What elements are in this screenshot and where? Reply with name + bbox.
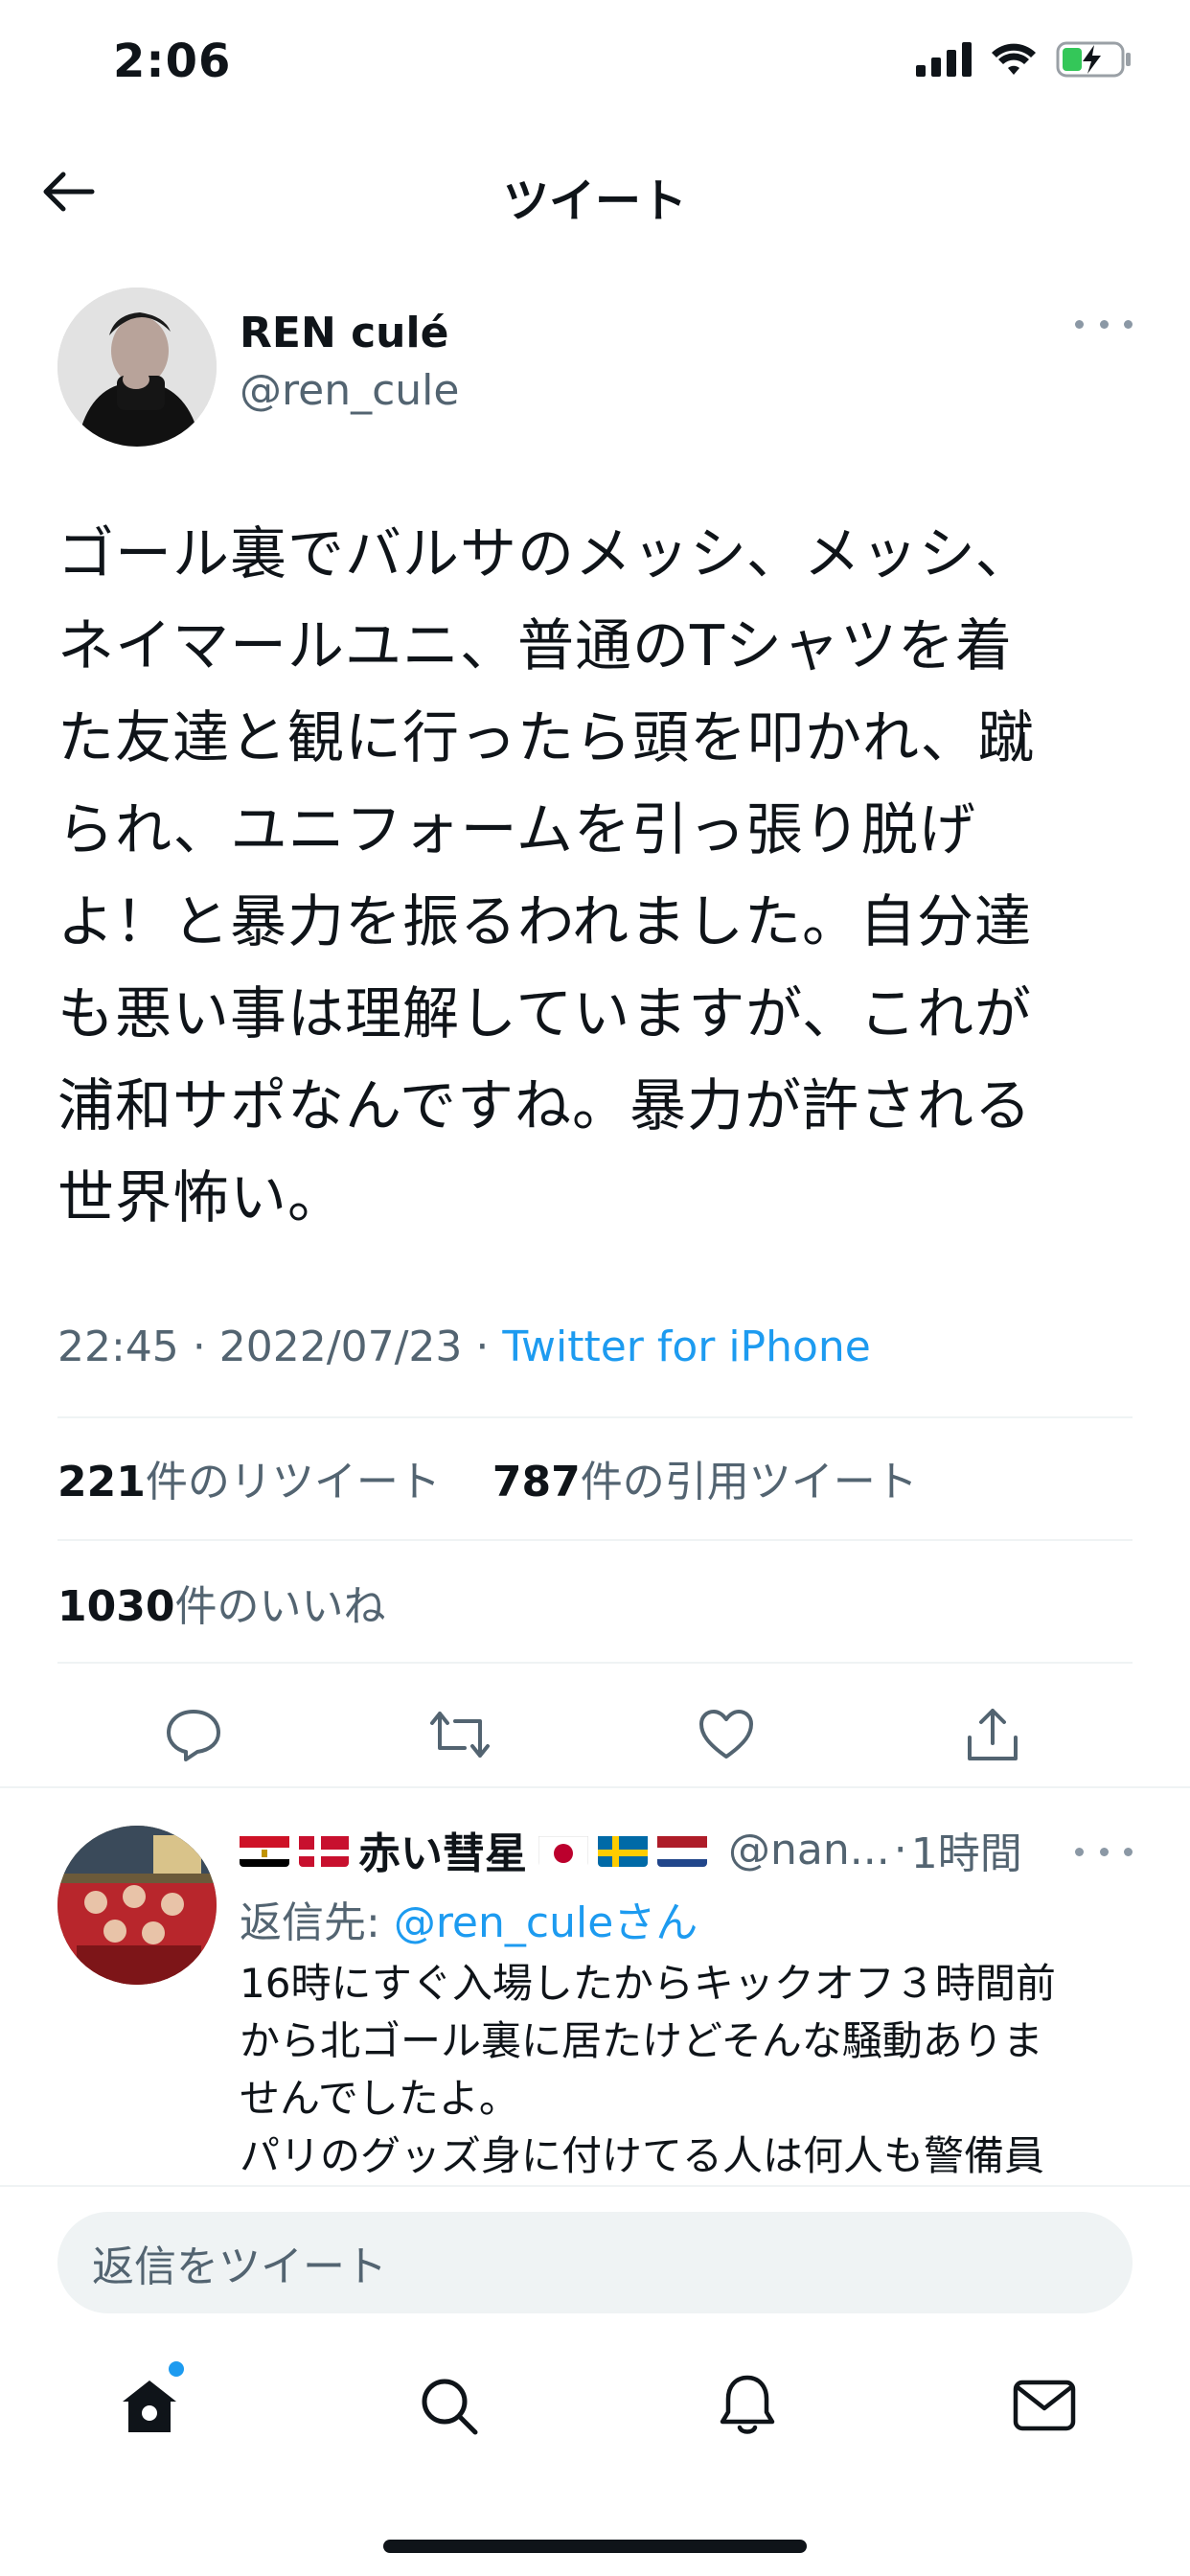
nav-header: ツイート xyxy=(0,134,1190,249)
more-dot-icon xyxy=(1099,1847,1109,1856)
avatar-image xyxy=(57,288,217,447)
tweet-text-line: られ、ユニフォームを引っ張り脱げ xyxy=(57,796,976,862)
reply-time[interactable]: 1時間 xyxy=(911,1819,1022,1880)
more-options-button[interactable] xyxy=(1075,314,1133,334)
search-icon xyxy=(422,2379,478,2435)
status-icons xyxy=(916,40,1133,79)
divider xyxy=(57,1539,1133,1541)
bottom-area: 返信をツイート xyxy=(0,2185,1190,2576)
status-time: 2:06 xyxy=(113,34,232,88)
author-name[interactable]: REN culé xyxy=(240,309,448,357)
more-dot-icon xyxy=(1075,1847,1084,1856)
retweets-label: 件のリツイート xyxy=(145,1458,441,1506)
more-dot-icon xyxy=(1075,319,1084,329)
bell-icon xyxy=(720,2375,775,2434)
flag-sweden-icon xyxy=(598,1832,648,1867)
tweet-time[interactable]: 22:45 xyxy=(57,1322,179,1371)
more-dot-icon xyxy=(1124,319,1133,329)
battery-charging-icon xyxy=(1056,41,1131,78)
replying-to: 返信先: @ren_culeさん xyxy=(240,1888,698,1949)
tweet-text-line: も悪い事は理解していますが、これが xyxy=(57,980,1033,1046)
divider xyxy=(57,1662,1133,1664)
tab-messages[interactable] xyxy=(996,2358,1092,2453)
tweet-author: REN culé @ren_cule xyxy=(57,288,1133,450)
retweet-icon xyxy=(430,1712,490,1758)
tweet-text-line: ネイマールユニ、普通のTシャツを着 xyxy=(57,612,1014,678)
tweet-text-line: 世界怖い。 xyxy=(57,1164,346,1230)
reply-text-line: パリのグッズ身に付けてる人は何人も警備員 xyxy=(240,2132,1045,2179)
retweets-stat[interactable]: 221件のリツイート xyxy=(57,1458,441,1506)
meta-separator: · xyxy=(192,1322,219,1371)
share-icon xyxy=(968,1709,1018,1760)
reply-header: 赤い彗星 @nan... · 1時間 xyxy=(240,1819,1022,1880)
meta-separator: · xyxy=(893,1825,907,1874)
wifi-icon xyxy=(992,43,1036,75)
retweets-count: 221 xyxy=(57,1458,146,1506)
quotes-label: 件の引用ツイート xyxy=(580,1458,918,1506)
reply-compose-input[interactable]: 返信をツイート xyxy=(57,2212,1133,2313)
quotes-stat[interactable]: 787件の引用ツイート xyxy=(492,1458,918,1506)
reply-avatar-image xyxy=(57,1826,217,1985)
engagement-stats: 221件のリツイート 787件の引用ツイート xyxy=(57,1447,918,1508)
reply-text-line: せんでしたよ。 xyxy=(240,2075,519,2122)
flag-netherlands-icon xyxy=(657,1832,707,1867)
replying-to-suffix: さん xyxy=(613,1898,698,1947)
cellular-signal-icon xyxy=(916,42,972,77)
flag-denmark-icon xyxy=(299,1832,349,1867)
tweet-text-line: た友達と観に行ったら頭を叩かれ、蹴 xyxy=(57,704,1036,770)
retweet-button[interactable] xyxy=(422,1696,498,1773)
tweet-text-line: よ！と暴力を振るわれました。自分達 xyxy=(57,888,1033,954)
tweet-date[interactable]: 2022/07/23 xyxy=(219,1322,463,1371)
divider xyxy=(0,2185,1190,2187)
more-dot-icon xyxy=(1124,1847,1133,1856)
more-dot-icon xyxy=(1099,319,1109,329)
reply-text-line: から北ゴール裏に居たけどそんな騒動ありま xyxy=(240,2017,1043,2064)
page-title: ツイート xyxy=(502,174,687,228)
replying-to-prefix: 返信先: xyxy=(240,1898,394,1947)
heart-icon xyxy=(699,1710,753,1759)
tab-home[interactable] xyxy=(102,2358,197,2453)
home-notification-dot xyxy=(169,2361,184,2377)
divider xyxy=(57,1416,1133,1418)
reply-author-handle[interactable]: @nan... xyxy=(728,1826,890,1874)
mail-icon xyxy=(1013,2380,1076,2431)
likes-stat[interactable]: 1030件のいいね xyxy=(57,1572,385,1633)
likes-count: 1030 xyxy=(57,1582,175,1631)
divider xyxy=(0,1786,1190,1788)
tab-search[interactable] xyxy=(400,2358,496,2453)
tweet-text-line: 浦和サポなんですね。暴力が許される xyxy=(57,1072,1033,1138)
reply-author-name[interactable]: 赤い彗星 xyxy=(358,1819,527,1880)
tab-bar xyxy=(0,2358,1190,2472)
tweet-text-line: ゴール裏でバルサのメッシ、メッシ、 xyxy=(57,520,1033,586)
reply-icon xyxy=(167,1710,220,1761)
flag-japan-icon xyxy=(538,1832,588,1867)
reply-tweet[interactable]: 赤い彗星 @nan... · 1時間 返信先: @ren_culeさん 16時に… xyxy=(0,1792,1190,2185)
meta-separator: · xyxy=(475,1322,503,1371)
share-button[interactable] xyxy=(954,1696,1031,1773)
status-bar: 2:06 xyxy=(0,0,1190,134)
reply-button[interactable] xyxy=(155,1696,232,1773)
replying-to-mention[interactable]: @ren_cule xyxy=(394,1898,613,1947)
like-button[interactable] xyxy=(688,1696,765,1773)
reply-text: 16時にすぐ入場したからキックオフ３時間前 から北ゴール裏に居たけどそんな騒動あ… xyxy=(240,1955,1121,2185)
reply-text-line: 16時にすぐ入場したからキックオフ３時間前 xyxy=(240,1960,1056,2007)
home-indicator xyxy=(383,2540,807,2553)
home-icon xyxy=(123,2380,176,2432)
reply-more-options-button[interactable] xyxy=(1075,1842,1133,1861)
tab-notifications[interactable] xyxy=(699,2358,795,2453)
tweet-text: ゴール裏でバルサのメッシ、メッシ、 ネイマールユニ、普通のTシャツを着 た友達と… xyxy=(57,508,1140,1244)
reply-avatar[interactable] xyxy=(57,1826,217,1985)
likes-label: 件のいいね xyxy=(174,1582,386,1631)
quotes-count: 787 xyxy=(492,1458,581,1506)
tweet-action-bar xyxy=(0,1687,1190,1782)
author-avatar[interactable] xyxy=(57,288,217,447)
flag-egypt-icon xyxy=(240,1832,289,1867)
tweet-source[interactable]: Twitter for iPhone xyxy=(502,1322,870,1371)
author-handle[interactable]: @ren_cule xyxy=(240,366,459,415)
tweet-meta: 22:45 · 2022/07/23 · Twitter for iPhone xyxy=(57,1322,871,1371)
